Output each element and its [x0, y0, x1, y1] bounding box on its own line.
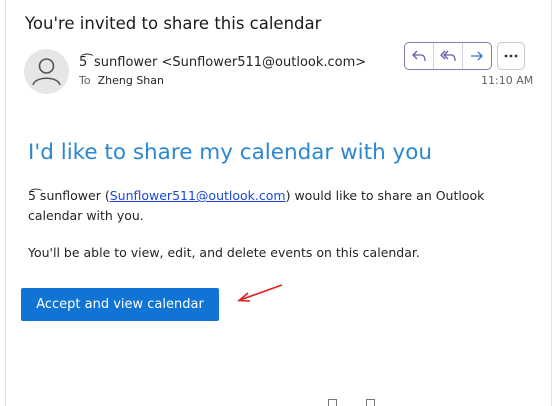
more-icon	[504, 54, 518, 58]
reply-all-button[interactable]	[434, 43, 463, 69]
more-actions-button[interactable]	[497, 42, 525, 70]
red-arrow-icon	[236, 284, 283, 302]
reply-all-icon	[440, 50, 456, 62]
message-actions	[404, 42, 492, 70]
sender-line[interactable]: 5͡ sunflower <Sunflower511@outlook.com>	[79, 55, 366, 70]
received-time: 11:10 AM	[481, 74, 534, 87]
to-label: To	[79, 74, 91, 87]
forward-button[interactable]	[463, 43, 491, 69]
sender-avatar[interactable]	[24, 49, 69, 94]
email-subject: You're invited to share this calendar	[25, 14, 322, 33]
invite-heading: I'd like to share my calendar with you	[28, 140, 433, 165]
partial-icon-2	[366, 399, 375, 406]
sharer-email-link[interactable]: Sunflower511@outlook.com	[110, 188, 286, 203]
person-icon	[32, 58, 61, 86]
recipient-name[interactable]: Zheng Shan	[98, 74, 164, 87]
forward-icon	[471, 51, 483, 61]
permissions-note: You'll be able to view, edit, and delete…	[28, 245, 420, 260]
reply-icon	[412, 50, 426, 62]
bottom-toolbar-partial	[328, 399, 388, 406]
invite-message: 5͡ sunflower (Sunflower511@outlook.com) …	[28, 186, 498, 226]
partial-icon-1	[328, 399, 337, 406]
reply-button[interactable]	[405, 43, 434, 69]
sharer-name: 5͡ sunflower (	[28, 188, 110, 203]
recipient-line: To Zheng Shan	[79, 74, 164, 87]
accept-calendar-button[interactable]: Accept and view calendar	[21, 288, 219, 321]
